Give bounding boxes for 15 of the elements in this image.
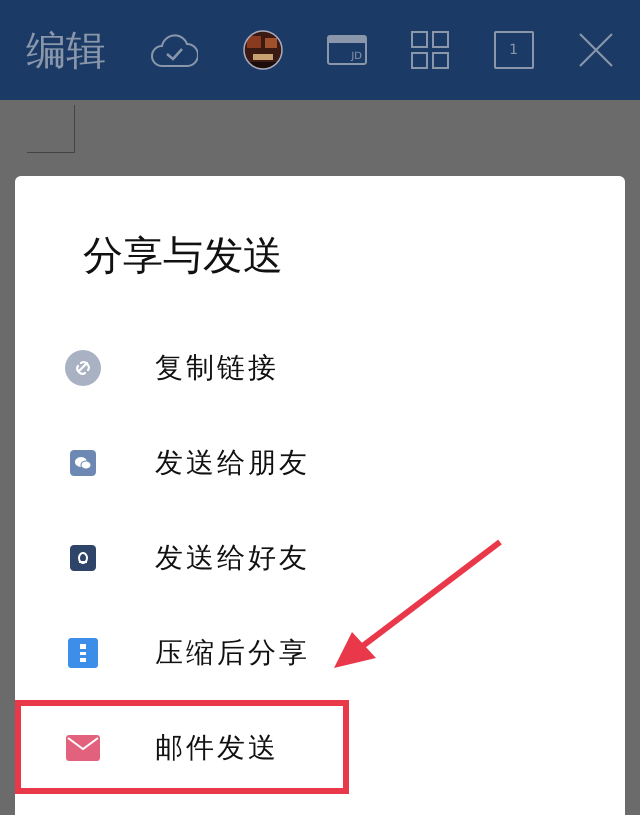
- page-count[interactable]: 1: [494, 31, 534, 69]
- envelope-icon: [66, 734, 100, 760]
- share-option[interactable]: 发送给好友: [15, 510, 625, 605]
- share-option[interactable]: 发送给朋友: [15, 415, 625, 510]
- share-option[interactable]: 邮件发送: [15, 700, 625, 795]
- close-icon[interactable]: [578, 32, 614, 68]
- zip-file-icon: [68, 638, 98, 668]
- sheet-title: 分享与发送: [82, 232, 284, 281]
- link-icon: [65, 350, 101, 386]
- share-option[interactable]: 复制链接: [15, 320, 625, 415]
- edit-title[interactable]: 编辑: [26, 22, 106, 78]
- share-option[interactable]: 压缩后分享: [15, 605, 625, 700]
- grid-icon[interactable]: [411, 31, 450, 69]
- chat-bubbles-icon: [70, 450, 96, 476]
- card-icon[interactable]: JD: [326, 35, 367, 65]
